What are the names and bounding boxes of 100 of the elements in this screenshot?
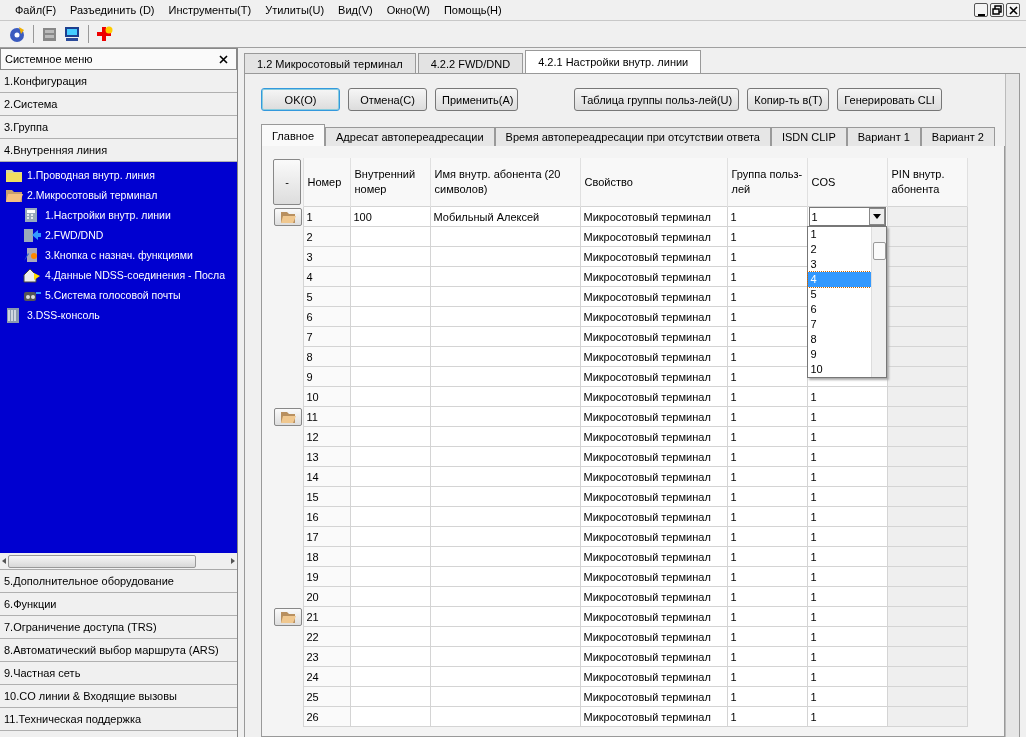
tree-item[interactable]: 4.Данные NDSS-соединения - Посла [45,269,225,281]
table-cell: 1 [727,646,807,667]
table-cell: 1 [727,666,807,687]
table-cell: 1 [807,646,887,667]
table-cell: 1 [807,426,887,447]
table-cell: 1 [727,606,807,627]
table-cell: 1 [727,586,807,607]
close-icon [219,54,228,64]
table-cell: 25 [303,686,350,707]
restore-icon [992,5,1002,15]
table-cell: 1 [807,686,887,707]
menu-item[interactable]: Окно(W) [379,4,437,16]
table-cell: 13 [303,446,350,467]
select-all-button[interactable]: - [273,159,301,206]
column-header: Внутренний номер [350,158,430,207]
tree-item[interactable]: 5.Система голосовой почты [45,289,181,301]
vertical-scrollbar[interactable] [870,227,886,377]
menu-item[interactable]: Вид(V) [331,4,380,16]
tree-item[interactable]: 3.Кнопка с назнач. функциями [45,249,193,261]
table-cell: 3 [303,246,350,267]
row-select-button[interactable] [274,607,302,626]
table-cell: 19 [303,566,350,587]
house-icon [22,267,42,283]
table-cell: 1 [727,386,807,407]
table-cell: Микросотовый терминал [580,226,727,247]
column-header: PIN внутр. абонента [887,158,967,207]
tab[interactable]: ISDN CLIP [770,127,847,146]
table-cell: 1 [807,486,887,507]
table-cell: 16 [303,506,350,527]
dropdown-option[interactable]: 3 [807,257,871,272]
restore-button[interactable] [990,3,1004,17]
menu-item[interactable]: Файл(F) [8,4,64,16]
close-button[interactable] [1006,3,1020,17]
table-cell: Микросотовый терминал [580,566,727,587]
document-tab[interactable]: 4.2.2 FWD/DND [417,53,524,73]
menu-item[interactable]: Инструменты(T) [161,4,259,16]
menu-item[interactable]: Разъединить (D) [63,4,162,16]
table-cell: 23 [303,646,350,667]
table-cell: 1 [727,526,807,547]
table-cell: 1 [303,206,350,227]
computer-icon[interactable] [63,25,81,43]
table-cell: 7 [303,326,350,347]
vertical-scrollbar[interactable] [1005,74,1019,737]
tab[interactable]: Адресат автопереадресации [325,127,495,146]
dropdown-option[interactable]: 10 [807,362,871,377]
disc-icon[interactable] [8,25,26,43]
help-icon[interactable] [96,25,114,43]
tree-item[interactable]: 1.Проводная внутр. линия [27,169,155,181]
table-cell: Микросотовый терминал [580,246,727,267]
table-cell: 1 [727,546,807,567]
table-cell: 1 [807,446,887,467]
table-cell: Мобильный Алексей [430,206,580,227]
action-button[interactable]: Генерировать CLI [837,88,942,111]
cos-dropdown[interactable]: 1 [808,207,886,226]
table-cell: Микросотовый терминал [580,426,727,447]
tree-item[interactable]: 3.DSS-консоль [27,309,100,321]
tab[interactable]: Время автопереадресации при отсутствии ответа [494,127,771,146]
table-cell: 1 [807,666,887,687]
horizontal-scrollbar[interactable] [0,553,237,570]
close-icon [1008,5,1018,15]
tab[interactable]: Вариант 2 [920,127,995,146]
dropdown-option[interactable]: 6 [807,302,871,317]
table-cell: 1 [727,486,807,507]
action-button[interactable]: Таблица группы польз-лей(U) [574,88,740,111]
tree-item[interactable]: 1.Настройки внутр. линии [45,209,171,221]
document-tab[interactable]: 4.2.1 Настройки внутр. линии [525,50,702,73]
menu-item[interactable]: Помощь(H) [436,4,509,16]
table-cell: 1 [727,466,807,487]
action-button[interactable]: Копир-ть в(T) [747,88,830,111]
table-cell: 9 [303,366,350,387]
table-cell: 1 [727,446,807,467]
table-cell: 21 [303,606,350,627]
menu-item[interactable]: Утилиты(U) [258,4,332,16]
table-cell: 5 [303,286,350,307]
dropdown-option[interactable]: 7 [807,317,871,332]
tab[interactable]: Вариант 1 [846,127,921,146]
dropdown-option[interactable]: 2 [807,242,871,257]
folder-icon [279,409,297,424]
tree-item[interactable]: 2.FWD/DND [45,229,104,241]
column-header: COS [807,158,887,207]
minimize-button[interactable] [974,3,988,17]
table-cell: Микросотовый терминал [580,286,727,307]
table-cell: 1 [727,206,807,227]
action-button[interactable]: OK(O) [261,88,340,111]
tab[interactable]: Главное [261,124,326,146]
row-select-button[interactable] [274,407,302,426]
table-cell: 1 [727,426,807,447]
row-select-button[interactable] [274,207,302,226]
table-cell: 4 [303,266,350,287]
tree-item[interactable]: 2.Микросотовый терминал [27,189,158,201]
table-cell: Микросотовый терминал [580,666,727,687]
dropdown-arrow-icon [872,214,881,219]
table-cell: Микросотовый терминал [580,546,727,567]
table-cell: Микросотовый терминал [580,626,727,647]
table-cell: Микросотовый терминал [580,646,727,667]
document-tab[interactable]: 1.2 Микросотовый терминал [244,53,416,73]
table-cell: 1 [727,406,807,427]
action-button[interactable]: Применить(A) [435,88,518,111]
action-button[interactable]: Отмена(C) [348,88,427,111]
table-cell: Микросотовый терминал [580,326,727,347]
